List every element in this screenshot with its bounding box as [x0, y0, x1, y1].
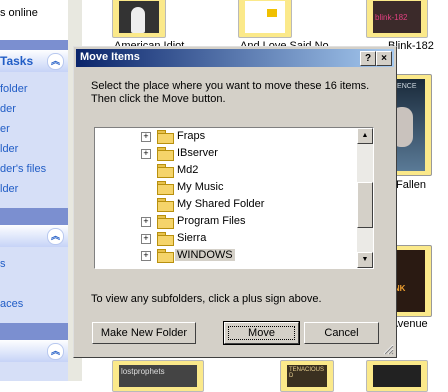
folder-icon — [157, 164, 174, 178]
album-label[interactable]: Fallen — [396, 179, 426, 191]
tree-item[interactable]: My Music — [95, 179, 355, 196]
place-link[interactable]: aces — [0, 298, 23, 310]
album-thumbnail[interactable] — [238, 0, 292, 38]
expand-plus-icon[interactable]: + — [141, 149, 151, 159]
other-places-panel: s aces — [0, 247, 69, 323]
folder-icon — [157, 232, 174, 246]
tasks-panel: folder der er lder der's files lder — [0, 72, 69, 208]
folder-icon — [157, 147, 174, 161]
collapse-chevron-icon[interactable]: ︽ — [47, 228, 64, 245]
details-panel-body — [0, 362, 69, 381]
cancel-button[interactable]: Cancel — [304, 322, 379, 344]
tree-item[interactable]: Md2 — [95, 162, 355, 179]
folder-icon — [157, 215, 174, 229]
album-cover-image: blink-182 — [373, 1, 421, 33]
album-cover-image: TENACIOUS D — [287, 365, 327, 387]
task-link[interactable]: lder — [0, 183, 18, 195]
album-cover-image: lostprophets — [119, 365, 197, 387]
tree-item-label[interactable]: My Music — [175, 181, 225, 193]
cover-text: lostprophets — [121, 367, 165, 376]
task-link[interactable]: er — [0, 123, 10, 135]
task-link[interactable]: lder — [0, 143, 18, 155]
help-button[interactable]: ? — [360, 51, 376, 66]
make-new-folder-button[interactable]: Make New Folder — [92, 322, 196, 344]
album-cover-image — [373, 365, 421, 387]
status-text: s online — [0, 7, 38, 19]
dialog-title: Move Items — [80, 51, 140, 63]
tree-item[interactable]: My Shared Folder — [95, 196, 355, 213]
album-thumbnail[interactable]: blink-182 — [366, 0, 428, 38]
cover-text: TENACIOUS D — [289, 367, 325, 379]
folder-icon — [157, 198, 174, 212]
tree-item[interactable]: + Fraps — [95, 128, 355, 145]
task-link[interactable]: folder — [0, 83, 28, 95]
tree-item-label[interactable]: IBserver — [175, 147, 220, 159]
tree-item-label[interactable]: Program Files — [175, 215, 247, 227]
task-pane: s online Tasks ︽ folder der er lder der'… — [0, 0, 69, 381]
tree-item[interactable]: + Program Files — [95, 213, 355, 230]
album-thumbnail[interactable]: TENACIOUS D — [280, 360, 334, 392]
tree-item-label[interactable]: Sierra — [175, 232, 208, 244]
move-button[interactable]: Move — [223, 321, 300, 345]
tree-item[interactable]: + IBserver — [95, 145, 355, 162]
tree-item-label[interactable]: Fraps — [175, 130, 207, 142]
place-link[interactable]: s — [0, 258, 6, 270]
folder-icon — [157, 249, 174, 263]
folder-tree[interactable]: + Fraps + IBserver Md2 My Music My Share… — [94, 127, 374, 269]
scroll-up-arrow-icon[interactable]: ▲ — [357, 128, 373, 144]
close-button[interactable]: × — [376, 51, 392, 66]
cover-text: blink-182 — [375, 13, 408, 22]
focus-rect — [228, 326, 295, 340]
tree-item-label[interactable]: WINDOWS — [175, 249, 235, 261]
task-link[interactable]: der — [0, 103, 16, 115]
expand-plus-icon[interactable]: + — [141, 132, 151, 142]
scroll-thumb[interactable] — [357, 182, 373, 228]
tree-item-label[interactable]: Md2 — [175, 164, 200, 176]
resize-grip-icon[interactable] — [382, 343, 394, 355]
scroll-down-arrow-icon[interactable]: ▼ — [357, 252, 373, 268]
tree-item-label[interactable]: My Shared Folder — [175, 198, 266, 210]
collapse-chevron-icon[interactable]: ︽ — [47, 343, 64, 360]
instruction-text: Select the place where you want to move … — [91, 80, 370, 92]
tasks-panel-title: Tasks — [0, 54, 34, 68]
folder-icon — [157, 181, 174, 195]
tree-item[interactable]: + Sierra — [95, 230, 355, 247]
expand-plus-icon[interactable]: + — [141, 234, 151, 244]
album-thumbnail[interactable] — [366, 360, 428, 392]
details-panel: s online — [0, 0, 69, 40]
tasks-panel-header[interactable]: Tasks ︽ — [0, 50, 68, 72]
task-link[interactable]: der's files — [0, 163, 46, 175]
tree-scrollbar[interactable]: ▲ ▼ — [357, 128, 373, 268]
move-items-dialog: Move Items ? × Select the place where yo… — [73, 46, 397, 358]
expand-plus-icon[interactable]: + — [141, 251, 151, 261]
folder-icon — [157, 130, 174, 144]
album-thumbnail[interactable]: lostprophets — [112, 360, 204, 392]
album-cover-image — [119, 1, 159, 33]
instruction-text: Then click the Move button. — [91, 93, 226, 105]
expand-plus-icon[interactable]: + — [141, 217, 151, 227]
details-panel-header[interactable]: ︽ — [0, 340, 68, 362]
album-cover-image — [245, 1, 285, 33]
other-panel-header[interactable]: ︽ — [0, 225, 68, 247]
dialog-titlebar[interactable]: Move Items ? × — [76, 49, 394, 67]
collapse-chevron-icon[interactable]: ︽ — [47, 53, 64, 70]
tree-item-selected[interactable]: + WINDOWS — [95, 247, 355, 264]
album-thumbnail[interactable] — [112, 0, 166, 38]
hint-text: To view any subfolders, click a plus sig… — [91, 293, 322, 305]
